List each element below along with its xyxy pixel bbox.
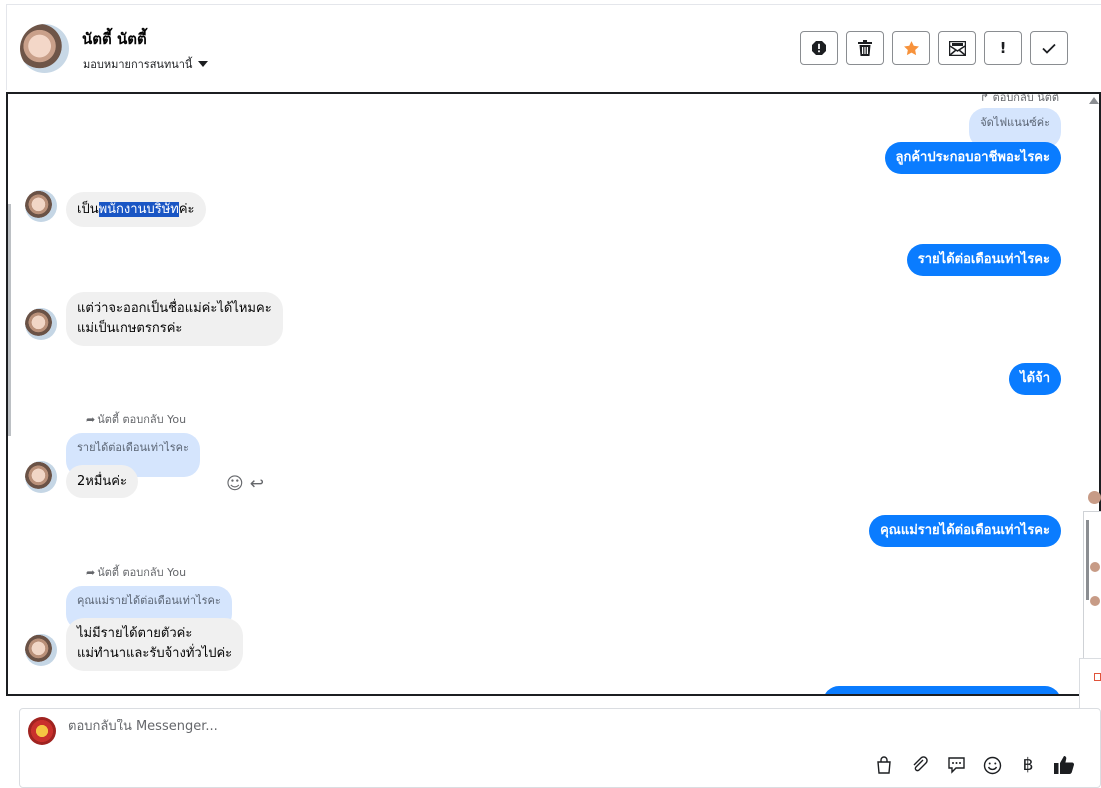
reply-note: ➦ นัตตี้ ตอบกลับ You: [86, 565, 187, 580]
star-icon: [903, 40, 919, 55]
bag-icon: [877, 756, 891, 774]
check-icon: [1042, 43, 1056, 54]
floating-avatar[interactable]: [1088, 491, 1101, 504]
attach-button[interactable]: [909, 754, 931, 776]
reply-input[interactable]: [68, 719, 668, 734]
follow-up-button[interactable]: !: [984, 31, 1022, 65]
message-bubble-incoming[interactable]: ไม่มีรายได้ตายตัวค่ะ แม่ทำนาและรับจ้างทั…: [66, 618, 244, 671]
contact-avatar[interactable]: [25, 634, 57, 666]
assign-label: มอบหมายการสนทนานี้: [83, 58, 193, 71]
contact-avatar[interactable]: [25, 461, 57, 493]
flag-icon: [1094, 673, 1101, 681]
conversation-header: นัตตี้ นัตตี้ มอบหมายการสนทนานี้ !: [6, 4, 1101, 90]
reply-arrow-icon: ↱: [979, 92, 993, 104]
reply-arrow-icon: ➦: [86, 565, 96, 579]
page-avatar: [28, 717, 56, 745]
message-bubble-outgoing-partial[interactable]: [823, 686, 1061, 694]
message-bubble-outgoing[interactable]: ได้จ้า: [1009, 363, 1061, 395]
reply-note: ➦ นัตตี้ ตอบกลับ You: [86, 412, 187, 427]
contact-avatar[interactable]: [25, 308, 57, 340]
reply-composer: ฿: [19, 708, 1101, 788]
scrollbar[interactable]: [8, 204, 11, 436]
message-bubble-outgoing[interactable]: คุณแม่รายได้ต่อเดือนเท่าไรคะ: [869, 515, 1061, 547]
floating-avatar[interactable]: [1090, 562, 1100, 572]
star-button[interactable]: [892, 31, 930, 65]
composer-toolbar: ฿: [873, 754, 1075, 776]
shop-button[interactable]: [873, 754, 895, 776]
mark-done-button[interactable]: [1030, 31, 1068, 65]
saved-replies-button[interactable]: [945, 754, 967, 776]
contact-name[interactable]: นัตตี้ นัตตี้: [82, 27, 147, 51]
delete-button[interactable]: [846, 31, 884, 65]
like-button[interactable]: [1053, 754, 1075, 776]
reply-arrow-icon: ➦: [86, 412, 96, 426]
scrollbar[interactable]: [1086, 520, 1089, 600]
alert-icon: [812, 41, 826, 55]
react-emoji-icon[interactable]: ☺: [226, 474, 244, 494]
floating-avatar[interactable]: [1090, 596, 1100, 606]
selected-text: พนักงานบริษัท: [98, 202, 179, 217]
contact-avatar[interactable]: [25, 190, 57, 222]
header-actions: !: [800, 31, 1068, 65]
message-bubble-outgoing[interactable]: ลูกค้าประกอบอาชีพอะไรคะ: [884, 142, 1061, 174]
message-bubble-incoming[interactable]: 2หมื่นค่ะ: [66, 465, 138, 498]
message-hover-actions: ☺ ↩: [226, 474, 264, 494]
spam-button[interactable]: [800, 31, 838, 65]
exclamation-icon: !: [999, 39, 1007, 57]
message-bubble-outgoing[interactable]: รายได้ต่อเดือนเท่าไรคะ: [906, 244, 1061, 276]
message-bubble-incoming[interactable]: เป็นพนักงานบริษัทค่ะ: [66, 192, 206, 227]
scroll-up-icon[interactable]: [1089, 97, 1099, 104]
emoji-button[interactable]: [981, 754, 1003, 776]
message-bubble-incoming[interactable]: แต่ว่าจะออกเป็นชื่อแม่ค่ะได้ไหมคะ แม่เป็…: [66, 292, 283, 346]
mail-icon: [948, 40, 966, 56]
reply-icon[interactable]: ↩: [250, 474, 264, 494]
payment-button[interactable]: ฿: [1017, 754, 1039, 776]
mark-unread-button[interactable]: [938, 31, 976, 65]
paperclip-icon: [913, 756, 928, 772]
reply-note-partial: ↱ ตอบกลับ นัตตี้: [979, 92, 1059, 104]
chat-icon: [947, 757, 965, 774]
baht-icon: ฿: [1022, 755, 1034, 775]
like-icon: [1054, 756, 1075, 774]
caret-down-icon: [198, 61, 209, 67]
floating-chat-list[interactable]: [1083, 511, 1101, 659]
emoji-icon: [983, 756, 1001, 774]
assign-conversation-dropdown[interactable]: มอบหมายการสนทนานี้: [83, 55, 209, 73]
contact-avatar[interactable]: [20, 24, 69, 73]
trash-icon: [858, 40, 872, 56]
conversation-thread[interactable]: ↱ ตอบกลับ นัตตี้ จัดไฟแนนซ์ค่ะ ลูกค้าประ…: [6, 92, 1101, 696]
